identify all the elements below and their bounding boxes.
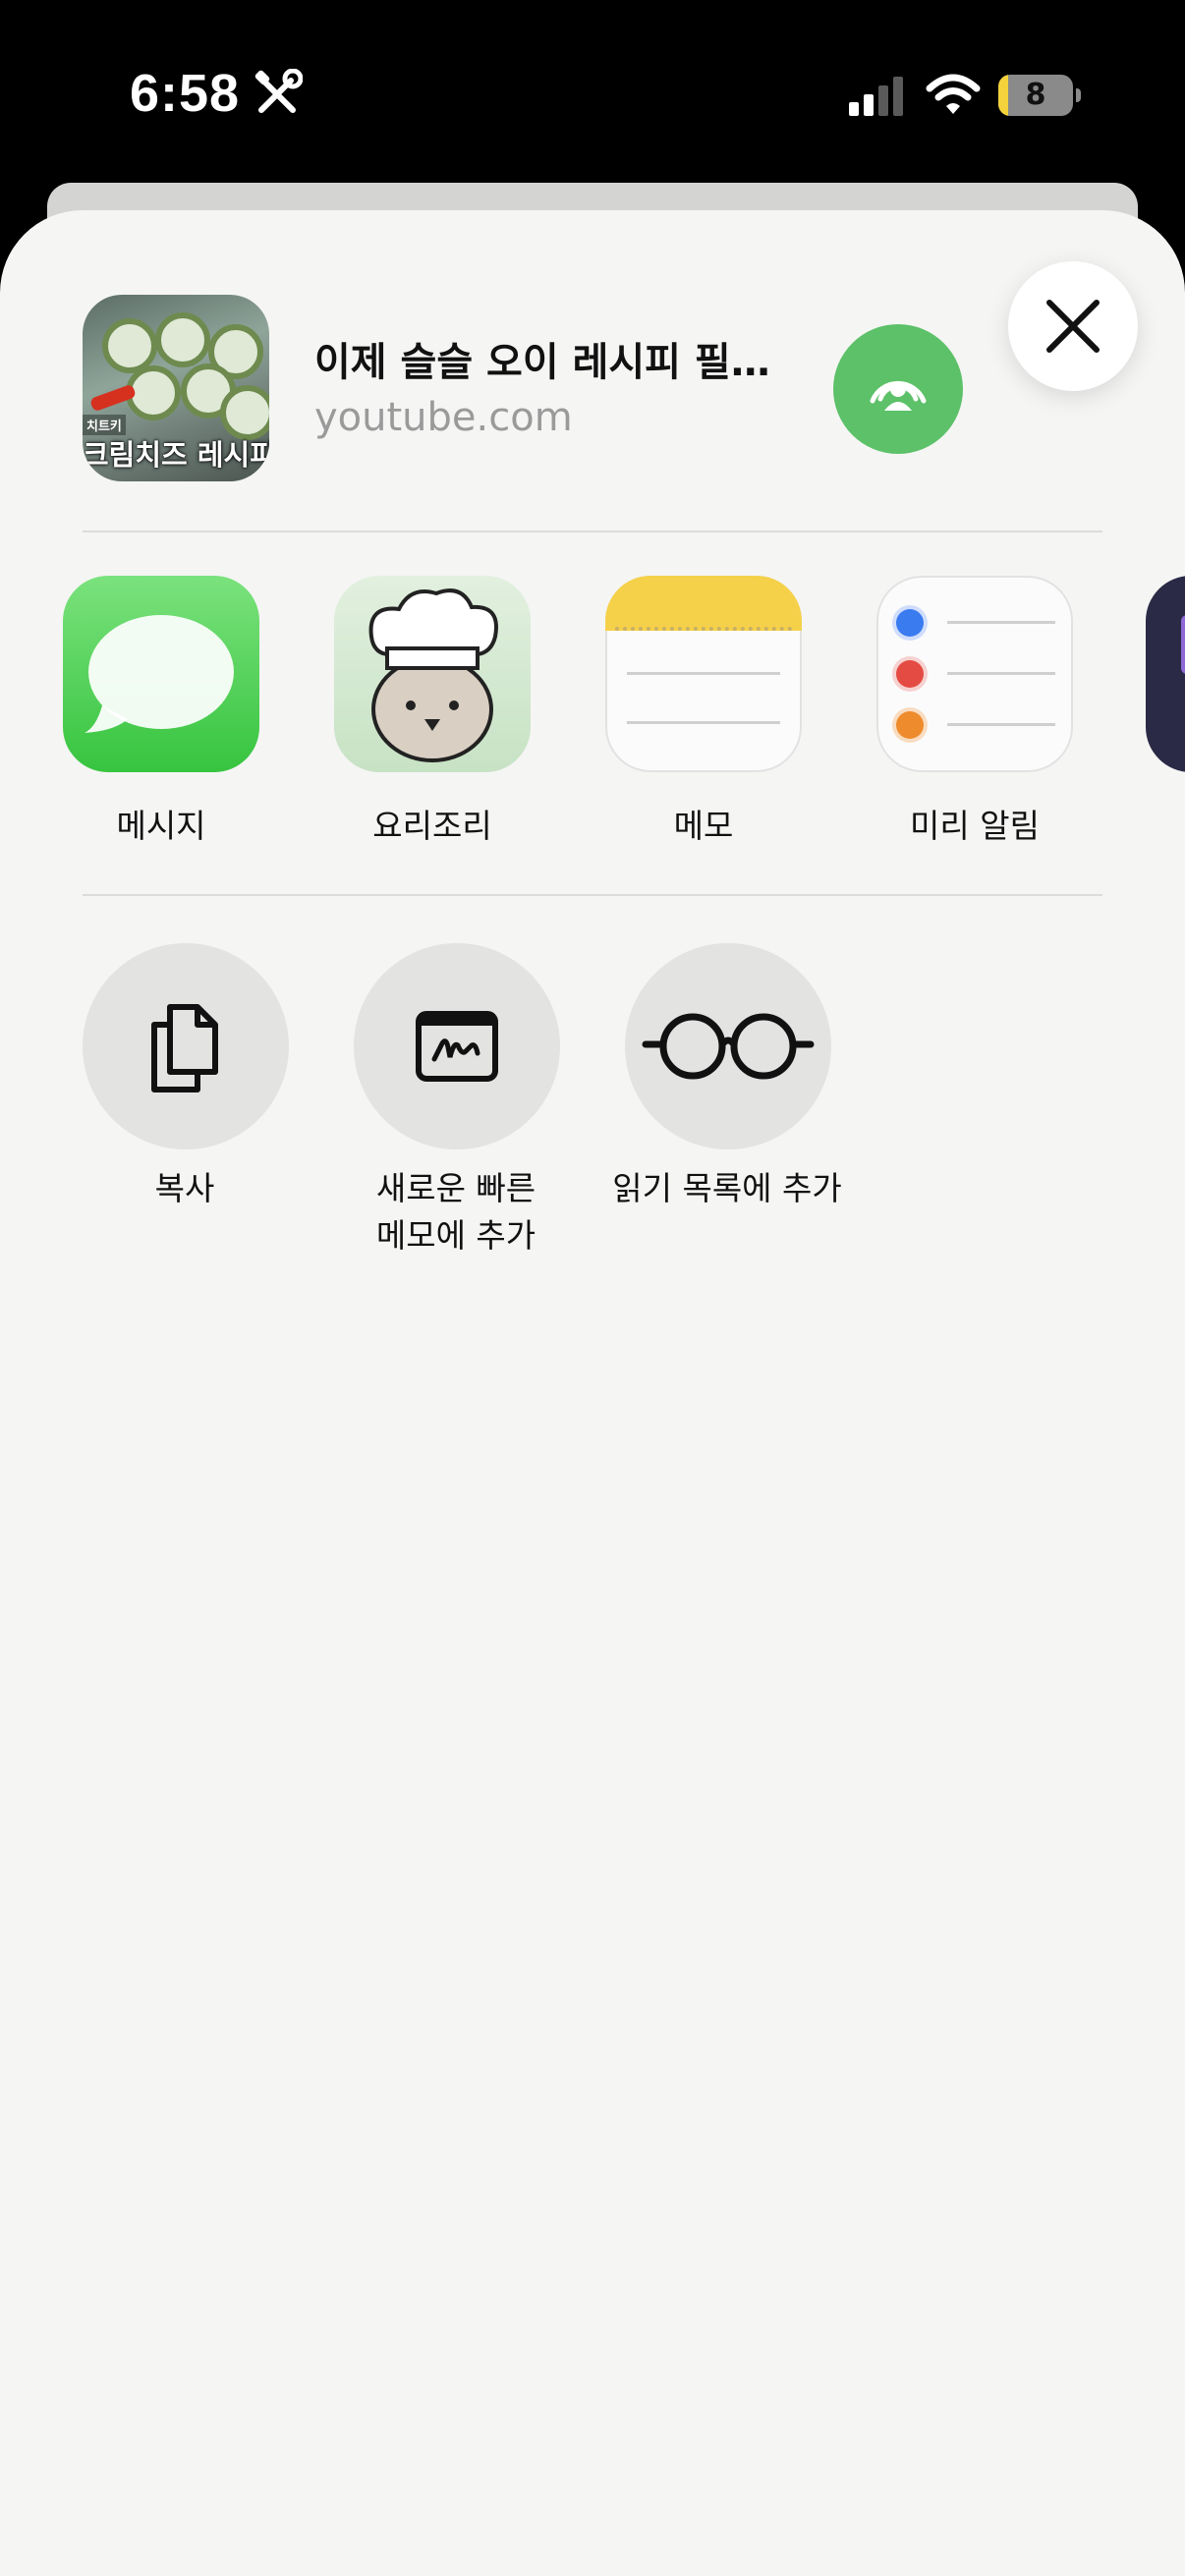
wifi-icon <box>926 74 981 114</box>
notes-icon <box>605 576 802 772</box>
airdrop-icon <box>870 380 927 411</box>
app-partial-next[interactable] <box>1146 576 1185 772</box>
airdrop-button[interactable] <box>833 324 963 454</box>
action-label: 읽기 목록에 추가 <box>612 1169 842 1207</box>
header-divider <box>83 531 1102 532</box>
messages-icon <box>63 576 259 772</box>
close-button[interactable] <box>1008 261 1138 391</box>
cellular-signal-icon <box>849 77 903 116</box>
chef-bear-icon <box>334 576 531 772</box>
app-label: 미리 알림 <box>910 807 1040 845</box>
status-bar: 6:58 8 <box>0 0 1185 187</box>
battery-indicator: 8 <box>998 75 1081 118</box>
app-label: 요리조리 <box>372 807 492 845</box>
quick-note-icon <box>416 1011 498 1082</box>
action-label: 새로운 빠른 메모에 추가 <box>375 1169 536 1255</box>
link-thumbnail: 치트키 크림치즈 레시피 <box>83 295 269 481</box>
battery-level: 8 <box>1025 78 1046 112</box>
app-label: 메시지 <box>116 807 206 845</box>
app-label: 메모 <box>673 807 734 845</box>
thumbnail-caption: 크림치즈 레시피 <box>83 438 269 472</box>
share-subtitle: youtube.com <box>314 395 573 440</box>
apps-divider <box>83 894 1102 896</box>
app-row: 메시지 요리조리 메모 미리 알림 <box>0 576 1185 851</box>
share-sheet <box>0 210 1185 2576</box>
share-title: 이제 슬슬 오이 레시피 필… <box>314 340 770 385</box>
close-icon <box>1046 300 1100 353</box>
reminders-icon <box>876 576 1073 772</box>
action-label: 복사 <box>154 1169 215 1207</box>
copy-icon <box>151 1004 218 1092</box>
tools-icon <box>254 69 303 113</box>
glasses-icon <box>642 1013 815 1080</box>
status-time: 6:58 <box>130 64 241 123</box>
